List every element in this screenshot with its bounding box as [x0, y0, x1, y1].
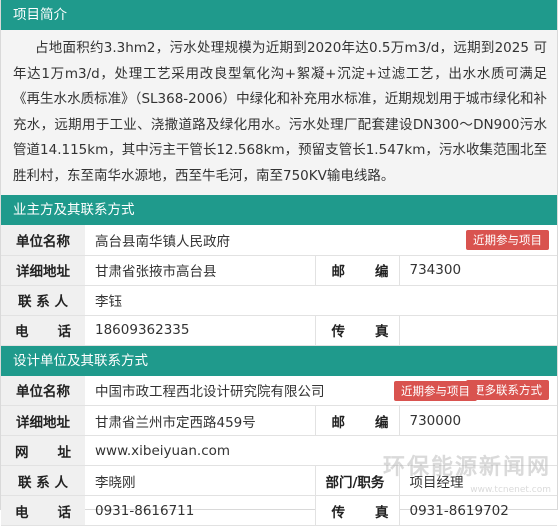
owner-fax-value	[399, 315, 557, 345]
designer-recent-projects-button[interactable]: 近期参与项目	[394, 381, 477, 401]
designer-address-value: 甘肃省兰州市定西路459号	[85, 406, 315, 436]
owner-header: 业主方及其联系方式	[1, 195, 557, 225]
designer-unit-row: 单位名称 中国市政工程西北设计研究院有限公司 近期参与项目 更多联系方式	[1, 376, 557, 406]
owner-contact-row: 联 系 人 李钰	[1, 285, 557, 315]
designer-dept-value: 项目经理	[399, 466, 557, 496]
designer-unit-value: 中国市政工程西北设计研究院有限公司	[95, 384, 325, 400]
owner-postcode-value: 734300	[399, 255, 557, 285]
owner-address-label: 详细地址	[1, 255, 85, 285]
intro-text: 占地面积约3.3hm2，污水处理规模为近期到2020年达0.5万m3/d，远期到…	[1, 30, 557, 195]
designer-header: 设计单位及其联系方式	[1, 346, 557, 376]
owner-contact-value: 李钰	[85, 285, 557, 315]
designer-phone-row: 电话 0931-8616711 传真 0931-8619702	[1, 496, 557, 526]
designer-phone-value: 0931-8616711	[85, 496, 315, 526]
owner-contact-label: 联 系 人	[1, 285, 85, 315]
designer-contact-value: 李晓刚	[85, 466, 315, 496]
designer-website-label: 网址	[1, 441, 85, 461]
designer-postcode-value: 730000	[399, 406, 557, 436]
designer-contact-row: 联 系 人 李晓刚 部门/职务 项目经理	[1, 466, 557, 496]
designer-phone-label: 电话	[1, 501, 85, 521]
designer-website-value[interactable]: www.xibeiyuan.com	[85, 436, 557, 466]
designer-dept-label: 部门/职务	[315, 466, 399, 496]
owner-unit-value: 高台县南华镇人民政府	[85, 225, 399, 255]
designer-fax-value: 0931-8619702	[399, 496, 557, 526]
owner-table: 单位名称 高台县南华镇人民政府 近期参与项目 详细地址 甘肃省张掖市高台县 邮编…	[1, 225, 557, 346]
intro-header: 项目简介	[1, 0, 557, 30]
designer-fax-label: 传真	[316, 501, 399, 521]
owner-phone-row: 电话 18609362335 传真	[1, 315, 557, 345]
designer-address-label: 详细地址	[1, 406, 85, 436]
project-panel: 项目简介 占地面积约3.3hm2，污水处理规模为近期到2020年达0.5万m3/…	[0, 0, 558, 510]
designer-address-row: 详细地址 甘肃省兰州市定西路459号 邮编 730000	[1, 406, 557, 436]
owner-address-value: 甘肃省张掖市高台县	[85, 255, 315, 285]
owner-unit-row: 单位名称 高台县南华镇人民政府 近期参与项目	[1, 225, 557, 255]
owner-fax-label: 传真	[316, 320, 399, 340]
designer-more-contacts-button[interactable]: 更多联系方式	[466, 380, 549, 400]
owner-phone-label: 电话	[1, 320, 85, 340]
designer-postcode-label: 邮编	[316, 411, 399, 431]
owner-phone-value: 18609362335	[85, 315, 315, 345]
designer-contact-label: 联 系 人	[1, 466, 85, 496]
owner-unit-label: 单位名称	[1, 225, 85, 255]
owner-address-row: 详细地址 甘肃省张掖市高台县 邮编 734300	[1, 255, 557, 285]
designer-unit-label: 单位名称	[1, 376, 85, 406]
designer-website-row: 网址 www.xibeiyuan.com	[1, 436, 557, 466]
owner-postcode-label: 邮编	[316, 260, 399, 280]
owner-recent-projects-button[interactable]: 近期参与项目	[466, 230, 549, 250]
designer-table: 单位名称 中国市政工程西北设计研究院有限公司 近期参与项目 更多联系方式 详细地…	[1, 376, 557, 526]
